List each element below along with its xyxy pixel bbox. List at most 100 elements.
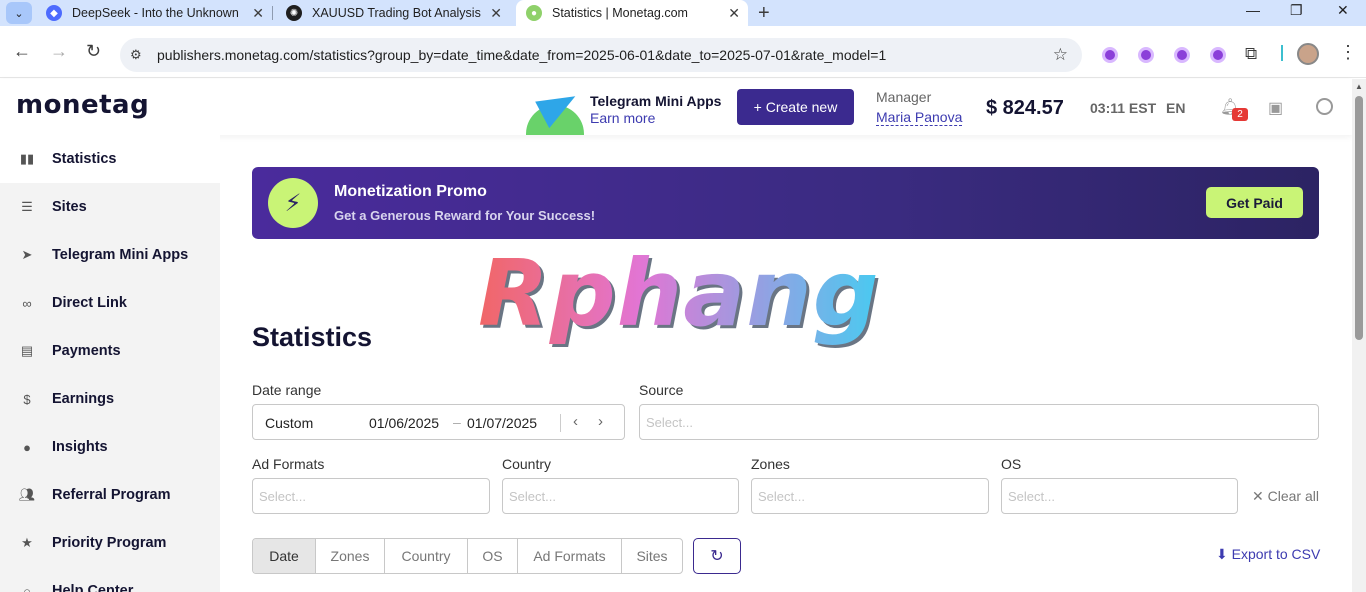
user-account-icon[interactable] [1316,98,1333,115]
back-icon[interactable]: ← [13,42,31,60]
date-to-value[interactable]: 01/07/2025 [467,415,537,431]
tab-search-button[interactable]: ⌄ [6,2,32,24]
link-icon: ∞ [0,296,52,311]
close-tab-icon[interactable]: ✕ [252,5,264,22]
export-csv-label: Export to CSV [1232,546,1321,562]
gift-icon[interactable]: ▣ [1268,98,1283,118]
telegram-promo-icon[interactable] [526,87,584,135]
help-circle-icon: ● [0,440,52,455]
sidebar-item-referral-program[interactable]: 👥︎ Referral Program [0,471,220,519]
site-info-icon[interactable]: ⚙ [130,47,142,63]
profile-avatar[interactable] [1297,43,1319,65]
date-separator: – [453,414,461,430]
sidebar-item-sites[interactable]: ☰ Sites [0,183,220,231]
refresh-button[interactable]: ↻ [693,538,741,574]
bar-chart-icon: ▮▮ [0,151,52,167]
sidebar-item-help-center[interactable]: ○ Help Center [0,567,220,592]
telegram-promo-title[interactable]: Telegram Mini Apps [590,93,721,109]
browser-menu-icon[interactable]: ⋮ [1339,42,1357,63]
sidebar-item-earnings[interactable]: $ Earnings [0,375,220,423]
os-label: OS [1001,456,1021,472]
sidebar-item-label: Direct Link [52,295,127,311]
clear-all-button[interactable]: ✕ Clear all [1252,488,1319,505]
scroll-up-arrow-icon[interactable]: ▲ [1355,82,1363,91]
monetag-logo[interactable]: monetag [16,90,149,120]
create-new-button[interactable]: + Create new [737,89,854,125]
extension-icon[interactable] [1174,47,1190,63]
watermark-text: Rphang [478,240,880,347]
close-tab-icon[interactable]: ✕ [728,5,740,22]
monetization-promo-banner: ⚡︎ Monetization Promo Get a Generous Rew… [252,167,1319,239]
tab-os[interactable]: OS [468,539,518,573]
zones-input[interactable] [752,479,988,513]
os-input[interactable] [1002,479,1237,513]
tab-country[interactable]: Country [385,539,468,573]
browser-tab-xauusd[interactable]: ✺ XAUUSD Trading Bot Analysis ✕ [276,0,510,26]
browser-toolbar: ← → ↻ ⚙ publishers.monetag.com/statistic… [0,26,1366,78]
chevron-right-icon[interactable]: › [598,413,603,430]
extensions-puzzle-icon[interactable]: ⧉ [1245,44,1257,64]
forward-icon[interactable]: → [50,42,68,60]
people-icon: 👥︎ [0,487,52,503]
zones-label: Zones [751,456,790,472]
zones-select[interactable] [751,478,989,514]
source-input[interactable] [640,405,1318,439]
url-text[interactable]: publishers.monetag.com/statistics?group_… [157,47,886,63]
language-selector[interactable]: EN [1166,100,1185,116]
extension-icon[interactable] [1210,47,1226,63]
reload-icon[interactable]: ↻ [86,42,101,60]
refresh-icon: ↻ [710,546,723,566]
minimize-icon[interactable]: — [1246,2,1260,18]
date-preset-value[interactable]: Custom [265,415,313,431]
date-from-value[interactable]: 01/06/2025 [369,415,439,431]
tab-sites[interactable]: Sites [622,539,682,573]
tab-zones[interactable]: Zones [316,539,385,573]
browser-tab-monetag[interactable]: ● Statistics | Monetag.com ✕ [516,0,748,26]
manager-name-link[interactable]: Maria Panova [876,109,962,126]
divider [560,414,561,432]
tab-date[interactable]: Date [253,539,316,573]
page-title: Statistics [252,322,372,353]
sites-icon: ☰ [0,199,52,215]
sidebar-item-label: Insights [52,439,108,455]
deepseek-favicon-icon: ◆ [46,5,62,21]
tab-ad-formats[interactable]: Ad Formats [518,539,622,573]
telegram-icon: ➤ [0,247,52,263]
sidebar-item-insights[interactable]: ● Insights [0,423,220,471]
earn-more-link[interactable]: Earn more [590,110,655,126]
chevron-left-icon[interactable]: ‹ [573,413,578,430]
source-label: Source [639,382,683,398]
monetag-favicon-icon: ● [526,5,542,21]
extension-icon[interactable] [1102,47,1118,63]
sidebar-item-label: Earnings [52,391,114,407]
new-tab-button[interactable]: + [758,2,770,25]
chatgpt-favicon-icon: ✺ [286,5,302,21]
extension-icon[interactable] [1138,47,1154,63]
source-select[interactable] [639,404,1319,440]
sidebar-item-priority-program[interactable]: ★ Priority Program [0,519,220,567]
lightning-icon: ⚡︎ [268,178,318,228]
sidebar-item-telegram-mini-apps[interactable]: ➤ Telegram Mini Apps [0,231,220,279]
os-select[interactable] [1001,478,1238,514]
browser-tab-deepseek[interactable]: ◆ DeepSeek - Into the Unknown ✕ [36,0,272,26]
date-range-picker[interactable]: Custom 01/06/2025 – 01/07/2025 ‹ › [252,404,625,440]
ad-formats-select[interactable] [252,478,490,514]
country-select[interactable] [502,478,739,514]
close-tab-icon[interactable]: ✕ [490,5,502,22]
scrollbar-thumb[interactable] [1355,96,1363,340]
country-input[interactable] [503,479,738,513]
export-csv-link[interactable]: ⬇ Export to CSV [1216,546,1320,563]
bookmark-star-icon[interactable]: ☆ [1053,45,1068,65]
get-paid-button[interactable]: Get Paid [1206,187,1303,218]
sidebar-item-direct-link[interactable]: ∞ Direct Link [0,279,220,327]
star-icon: ★ [0,535,52,551]
tab-title: XAUUSD Trading Bot Analysis [312,6,481,20]
sidebar-item-statistics[interactable]: ▮▮ Statistics [0,135,220,183]
clear-all-label: Clear all [1268,488,1319,504]
address-bar[interactable]: ⚙ publishers.monetag.com/statistics?grou… [120,38,1082,72]
download-icon: ⬇ [1216,546,1228,562]
ad-formats-input[interactable] [253,479,489,513]
sidebar-item-payments[interactable]: ▤ Payments [0,327,220,375]
close-window-icon[interactable]: ✕ [1337,2,1349,19]
restore-icon[interactable]: ❐ [1290,2,1303,19]
